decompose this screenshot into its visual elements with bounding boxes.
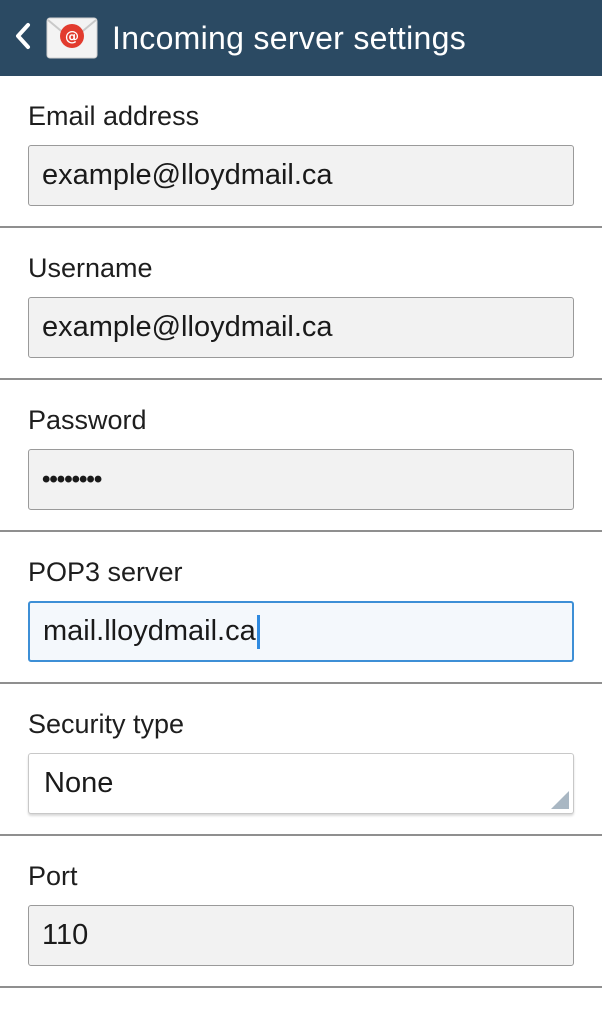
security-label: Security type (28, 709, 185, 739)
security-type-select[interactable]: None (28, 753, 574, 814)
password-section: Password •••••••• (0, 380, 602, 532)
password-field[interactable]: •••••••• (28, 449, 574, 510)
svg-text:@: @ (65, 29, 79, 45)
password-value: •••••••• (42, 465, 102, 493)
chevron-left-icon (13, 21, 33, 56)
pop3-server-field[interactable]: mail.lloydmail.ca (28, 601, 574, 662)
username-label: Username (28, 253, 153, 283)
page-title: Incoming server settings (112, 19, 467, 56)
username-value: example@lloydmail.ca (42, 311, 333, 343)
back-button[interactable] (0, 0, 46, 76)
username-field[interactable]: example@lloydmail.ca (28, 297, 574, 358)
port-label: Port (28, 861, 78, 891)
server-value: mail.lloydmail.ca (43, 615, 256, 647)
port-value: 110 (42, 919, 89, 951)
dropdown-corner-icon (551, 791, 569, 809)
password-label: Password (28, 405, 147, 435)
port-section: Port 110 (0, 836, 602, 988)
port-field[interactable]: 110 (28, 905, 574, 966)
email-app-icon: @ (46, 15, 98, 61)
email-value: example@lloydmail.ca (42, 159, 333, 191)
action-bar: @ Incoming server settings (0, 0, 602, 76)
email-field[interactable]: example@lloydmail.ca (28, 145, 574, 206)
email-label: Email address (28, 101, 200, 131)
email-section: Email address example@lloydmail.ca (0, 76, 602, 228)
username-section: Username example@lloydmail.ca (0, 228, 602, 380)
text-cursor (256, 614, 260, 649)
security-value: None (44, 767, 114, 799)
server-label: POP3 server (28, 557, 183, 587)
security-section: Security type None (0, 684, 602, 836)
server-section: POP3 server mail.lloydmail.ca (0, 532, 602, 684)
settings-form: Email address example@lloydmail.ca Usern… (0, 76, 602, 988)
